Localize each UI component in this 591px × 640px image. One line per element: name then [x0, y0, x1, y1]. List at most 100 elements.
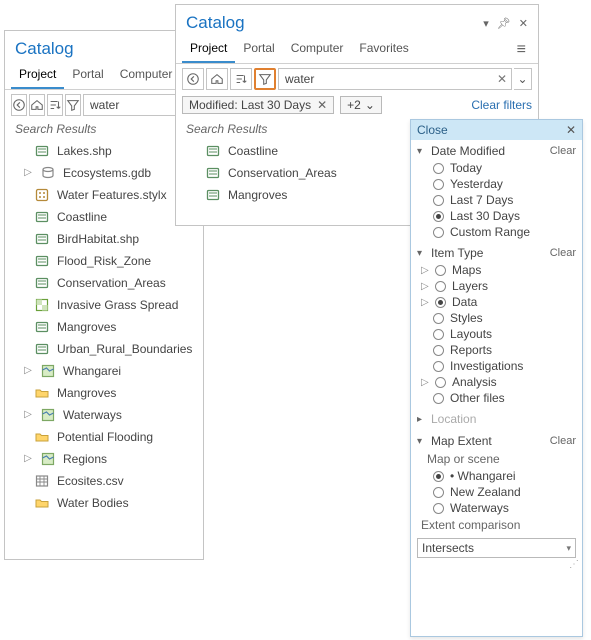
- tab-portal[interactable]: Portal: [64, 63, 111, 89]
- sort-button[interactable]: [47, 94, 63, 116]
- expander-icon[interactable]: ▷: [421, 377, 429, 388]
- close-icon[interactable]: ✕: [519, 17, 528, 30]
- chevron-down-icon[interactable]: ▾: [417, 248, 427, 259]
- search-dropdown[interactable]: ⌄: [514, 68, 532, 90]
- radio-icon: [435, 297, 446, 308]
- list-item[interactable]: ▷Waterways: [9, 404, 199, 426]
- filter-button[interactable]: [254, 68, 276, 90]
- table-icon: [33, 473, 51, 489]
- popup-close-button[interactable]: Close: [417, 123, 448, 137]
- chevron-down-icon: ⌄: [365, 98, 375, 112]
- clear-search-icon[interactable]: ✕: [497, 72, 507, 86]
- filter-option[interactable]: ▷Data: [417, 294, 576, 310]
- expander-icon[interactable]: ▷: [421, 297, 429, 308]
- radio-icon: [433, 211, 444, 222]
- filter-option[interactable]: Yesterday: [417, 176, 576, 192]
- option-label: Custom Range: [450, 225, 530, 239]
- expander-icon[interactable]: ▷: [23, 450, 33, 468]
- list-item[interactable]: Potential Flooding: [9, 426, 199, 448]
- clear-link[interactable]: Clear: [550, 247, 576, 259]
- filter-option[interactable]: Custom Range: [417, 224, 576, 240]
- search-box[interactable]: ✕: [278, 68, 512, 90]
- expander-icon[interactable]: ▷: [23, 362, 33, 380]
- list-item[interactable]: Coastline: [9, 206, 199, 228]
- filter-chip-more[interactable]: +2 ⌄: [340, 96, 382, 114]
- tab-project[interactable]: Project: [11, 63, 64, 89]
- list-item[interactable]: Mangroves: [9, 316, 199, 338]
- search-input[interactable]: [283, 71, 493, 87]
- filter-option[interactable]: Styles: [417, 310, 576, 326]
- filter-option[interactable]: Other files: [417, 390, 576, 406]
- filter-option[interactable]: Last 7 Days: [417, 192, 576, 208]
- section-date-modified: ▾ Date Modified Clear TodayYesterdayLast…: [411, 140, 582, 242]
- section-location: ▸ Location: [411, 408, 582, 430]
- list-item[interactable]: Flood_Risk_Zone: [9, 250, 199, 272]
- list-item[interactable]: Water Bodies: [9, 492, 199, 514]
- filter-option[interactable]: Investigations: [417, 358, 576, 374]
- clear-link[interactable]: Clear: [550, 435, 576, 447]
- list-item[interactable]: Invasive Grass Spread: [9, 294, 199, 316]
- radio-icon: [433, 179, 444, 190]
- clear-link[interactable]: Clear: [550, 145, 576, 157]
- filter-option[interactable]: ▷Maps: [417, 262, 576, 278]
- expander-icon[interactable]: ▷: [23, 164, 33, 182]
- filter-option[interactable]: Last 30 Days: [417, 208, 576, 224]
- gdb-icon: [39, 165, 57, 181]
- list-item[interactable]: BirdHabitat.shp: [9, 228, 199, 250]
- tab-project[interactable]: Project: [182, 37, 235, 63]
- clear-filters-link[interactable]: Clear filters: [471, 98, 532, 112]
- chevron-down-icon[interactable]: ▾: [417, 146, 427, 157]
- filter-button[interactable]: [65, 94, 81, 116]
- list-item[interactable]: Conservation_Areas: [9, 272, 199, 294]
- list-item[interactable]: ▷Regions: [9, 448, 199, 470]
- list-item[interactable]: Ecosites.csv: [9, 470, 199, 492]
- back-button[interactable]: [11, 94, 27, 116]
- extent-comparison-select[interactable]: Intersects ▾: [417, 538, 576, 558]
- chevron-down-icon[interactable]: ▾: [417, 436, 427, 447]
- pin-icon[interactable]: 📌︎: [497, 17, 511, 30]
- tab-portal[interactable]: Portal: [235, 37, 282, 63]
- expander-icon[interactable]: ▷: [23, 406, 33, 424]
- option-label: Investigations: [450, 359, 523, 373]
- filter-option[interactable]: New Zealand: [417, 484, 576, 500]
- chevron-right-icon[interactable]: ▸: [417, 414, 427, 425]
- radio-icon: [433, 227, 444, 238]
- filter-option[interactable]: • Whangarei: [417, 468, 576, 484]
- back-button[interactable]: [182, 68, 204, 90]
- tab-favorites[interactable]: Favorites: [351, 37, 416, 63]
- remove-chip-icon[interactable]: ✕: [317, 98, 327, 112]
- list-item[interactable]: Water Features.stylx: [9, 184, 199, 206]
- radio-icon: [433, 313, 444, 324]
- item-label: Mangroves: [57, 384, 116, 402]
- filter-option[interactable]: Waterways: [417, 500, 576, 516]
- filter-option[interactable]: ▷Layers: [417, 278, 576, 294]
- filter-option[interactable]: Layouts: [417, 326, 576, 342]
- dropdown-icon[interactable]: ▾: [483, 17, 489, 30]
- list-item[interactable]: Urban_Rural_Boundaries: [9, 338, 199, 360]
- expander-icon[interactable]: ▷: [421, 281, 429, 292]
- radio-icon: [435, 281, 446, 292]
- close-icon[interactable]: ✕: [566, 123, 576, 137]
- list-item[interactable]: Lakes.shp: [9, 140, 199, 162]
- filter-option[interactable]: Reports: [417, 342, 576, 358]
- option-label: Styles: [450, 311, 483, 325]
- list-item[interactable]: ▷Ecosystems.gdb: [9, 162, 199, 184]
- expander-icon[interactable]: ▷: [421, 265, 429, 276]
- toolbar: [5, 90, 203, 120]
- list-item[interactable]: Mangroves: [9, 382, 199, 404]
- folder-icon: [33, 495, 51, 511]
- sort-button[interactable]: [230, 68, 252, 90]
- layer-icon: [204, 143, 222, 159]
- resize-grip[interactable]: ⋰: [569, 561, 582, 570]
- home-button[interactable]: [29, 94, 45, 116]
- tab-computer[interactable]: Computer: [112, 63, 181, 89]
- tab-computer[interactable]: Computer: [283, 37, 352, 63]
- filter-option[interactable]: ▷Analysis: [417, 374, 576, 390]
- filter-option[interactable]: Today: [417, 160, 576, 176]
- map-icon: [39, 363, 57, 379]
- list-item[interactable]: ▷Whangarei: [9, 360, 199, 382]
- menu-button[interactable]: ≡: [511, 37, 532, 63]
- home-button[interactable]: [206, 68, 228, 90]
- filter-chip-modified[interactable]: Modified: Last 30 Days ✕: [182, 96, 334, 114]
- map-icon: [39, 407, 57, 423]
